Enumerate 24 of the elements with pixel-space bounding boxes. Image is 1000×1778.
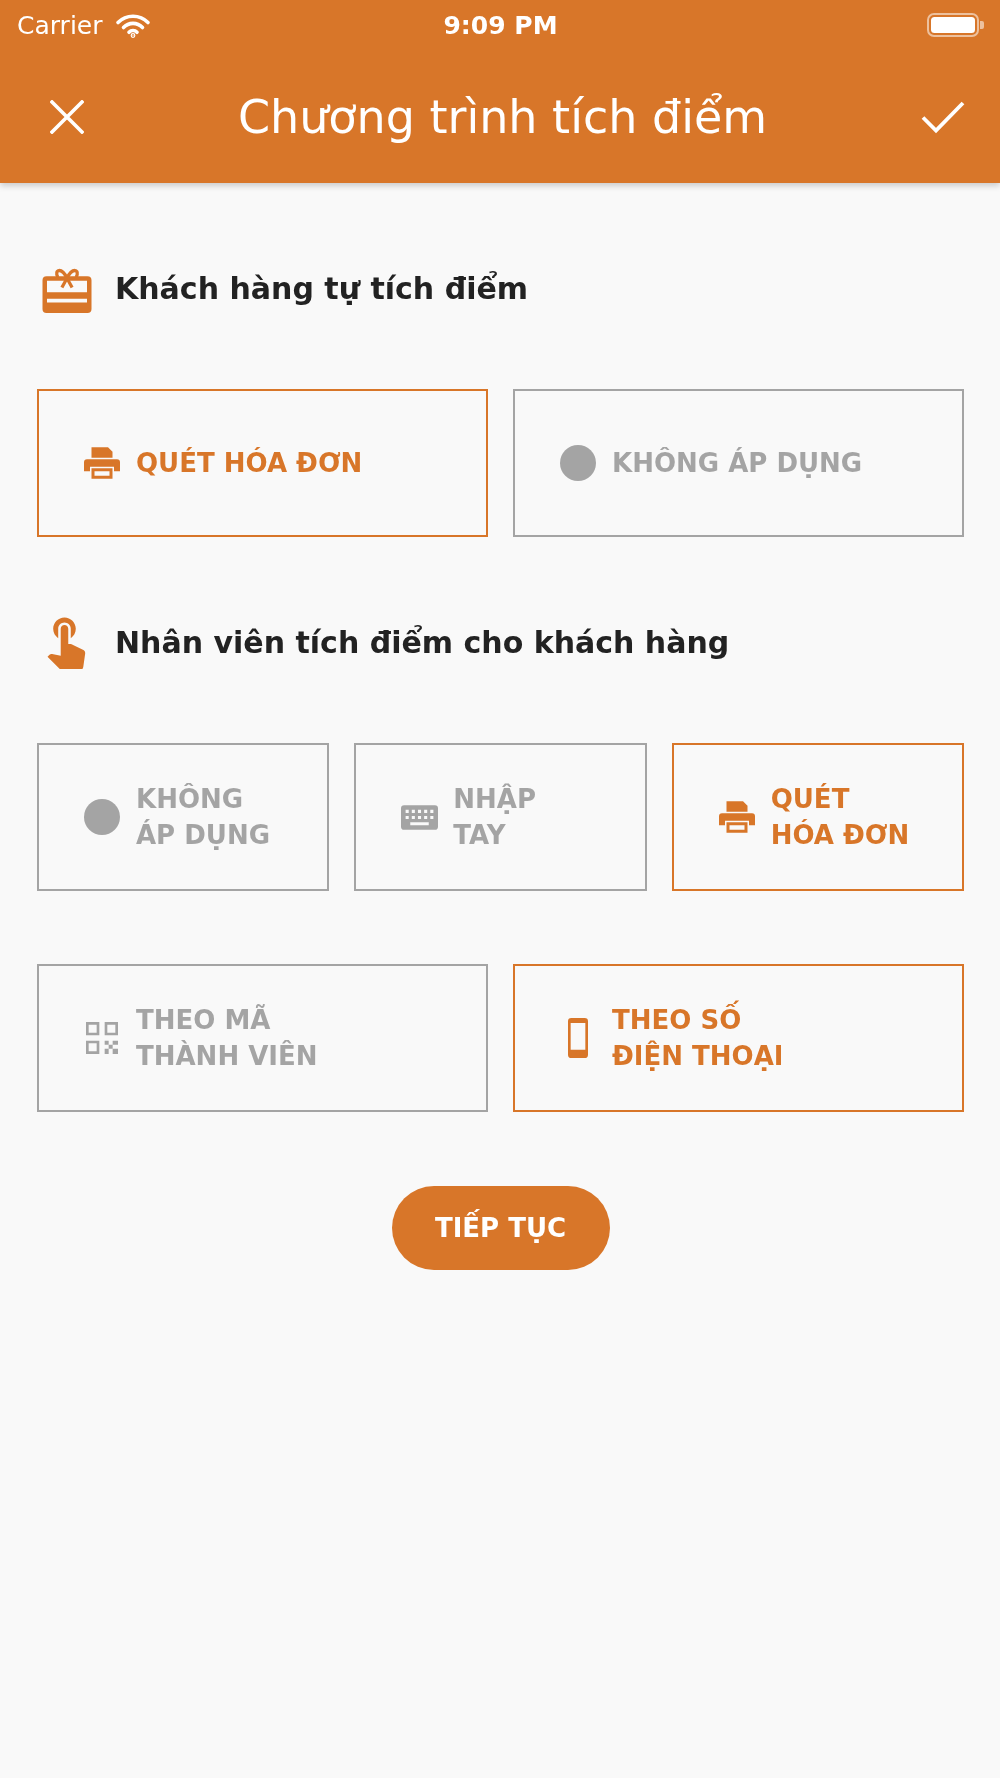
printer-icon — [718, 801, 755, 833]
option-button[interactable]: QUÉT HÓA ĐƠN — [37, 389, 488, 537]
option-button[interactable]: KHÔNG ÁP DỤNG — [37, 743, 330, 891]
status-time: 9:09 PM — [443, 10, 558, 40]
carrier-name: Carrier — [17, 10, 103, 40]
option-button[interactable]: NHẬP TAY — [354, 743, 647, 891]
circle-icon — [84, 799, 120, 835]
printer-icon — [84, 447, 120, 479]
option-button[interactable]: QUÉT HÓA ĐƠN — [671, 743, 964, 891]
qr-code-icon — [86, 1021, 118, 1055]
option-button[interactable]: KHÔNG ÁP DỤNG — [513, 389, 964, 537]
keyboard-icon — [400, 804, 438, 830]
option-button[interactable]: THEO MÃ THÀNH VIÊN — [37, 964, 488, 1112]
continue-button[interactable]: TIẾP TỤC — [391, 1186, 610, 1270]
section-title: Nhân viên tích điểm cho khách hàng — [115, 624, 730, 660]
section-title: Khách hàng tự tích điểm — [115, 270, 529, 306]
check-icon[interactable] — [921, 99, 965, 134]
circle-icon — [560, 445, 596, 481]
battery-icon — [927, 13, 984, 37]
header-title: Chương trình tích điểm — [237, 89, 768, 144]
close-icon[interactable] — [50, 99, 84, 134]
smartphone-icon — [568, 1018, 588, 1058]
option-button[interactable]: THEO SỐ ĐIỆN THOẠI — [513, 964, 964, 1112]
wifi-icon — [114, 12, 151, 38]
